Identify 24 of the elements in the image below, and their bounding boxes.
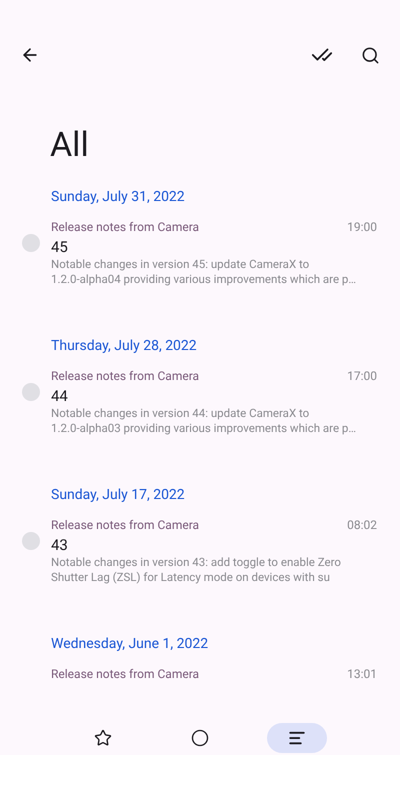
notification-body: Notable changes in version 44: update CameraX to 1.2.0-alpha03 providing various improvements which are p… xyxy=(51,406,356,436)
sender-name: Release notes from Camera xyxy=(51,517,200,533)
list-tab[interactable] xyxy=(267,723,327,753)
notification-title: 43 xyxy=(51,535,68,555)
search-icon xyxy=(361,46,380,64)
sender-name: Release notes from Camera xyxy=(51,666,200,682)
time-label: 08:02 xyxy=(347,517,377,533)
sender-name: Release notes from Camera xyxy=(51,219,200,235)
date-header: Thursday, July 28, 2022 xyxy=(51,337,197,356)
lines-icon xyxy=(288,729,306,747)
notification-body: Notable changes in version 45: update CameraX to 1.2.0-alpha04 providing various improvements which are p… xyxy=(51,257,356,287)
page-title: All xyxy=(50,125,89,165)
date-header: Sunday, July 17, 2022 xyxy=(51,486,185,505)
time-label: 13:01 xyxy=(347,666,377,682)
circle-icon xyxy=(191,729,209,747)
notification-body: Notable changes in version 43: add toggle to enable Zero Shutter Lag (ZSL) for Latency mode on devices with su xyxy=(51,555,341,585)
time-label: 17:00 xyxy=(347,368,377,384)
date-header: Wednesday, June 1, 2022 xyxy=(51,635,208,654)
notification-title: 45 xyxy=(51,237,68,257)
sender-name: Release notes from Camera xyxy=(51,368,200,384)
notification-title: 44 xyxy=(51,386,68,406)
star-icon xyxy=(94,729,112,747)
time-label: 19:00 xyxy=(347,219,377,235)
date-header: Sunday, July 31, 2022 xyxy=(51,188,185,207)
